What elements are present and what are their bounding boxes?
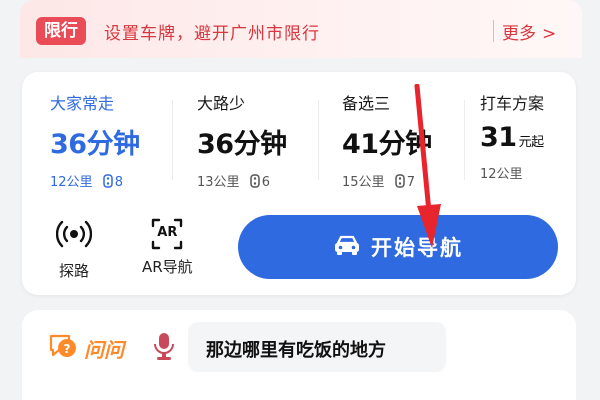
ask-icon: ? <box>48 333 78 365</box>
route-distance: 15公里 <box>342 175 385 190</box>
divider <box>318 100 319 180</box>
route-distance: 12公里 <box>480 167 523 182</box>
route-time: 36分钟 <box>197 129 287 160</box>
assistant-card: ? 问问 那边哪里有吃饭的地方 <box>22 310 576 400</box>
traffic-light-icon <box>101 174 115 192</box>
route-option-1[interactable]: 大家常走 36分钟 12公里 8 <box>50 90 140 192</box>
explore-icon <box>55 216 93 256</box>
chevron-right-icon: > <box>542 24 557 44</box>
route-price-value: 31 <box>480 122 517 153</box>
route-options-card: 大家常走 36分钟 12公里 8 大路少 36分钟 13公里 6 备选三 41分… <box>22 72 576 295</box>
traffic-light-icon <box>248 174 262 192</box>
start-navigation-button[interactable]: 开始导航 <box>238 215 558 279</box>
route-option-2[interactable]: 大路少 36分钟 13公里 6 <box>197 90 287 192</box>
route-name: 大路少 <box>197 94 246 113</box>
ar-icon-text: AR <box>157 225 178 240</box>
route-time: 36分钟 <box>50 129 140 160</box>
route-name: 打车方案 <box>480 94 545 113</box>
route-name: 大家常走 <box>50 94 115 113</box>
traffic-light-count: 6 <box>261 175 270 190</box>
more-button[interactable]: 更多 > <box>502 19 556 44</box>
route-option-taxi[interactable]: 打车方案 31 元起 12公里 <box>480 90 544 182</box>
suggested-query-text: 那边哪里有吃饭的地方 <box>206 340 386 361</box>
explore-label: 探路 <box>58 262 89 280</box>
route-distance: 12公里 <box>50 175 93 190</box>
ar-navigation-button[interactable]: AR AR导航 <box>142 216 193 277</box>
restriction-badge: 限行 <box>36 17 86 45</box>
ask-label[interactable]: 问问 <box>84 334 124 363</box>
annotation-arrow-icon <box>414 84 441 248</box>
voice-assistant-icon[interactable] <box>152 331 176 365</box>
car-icon <box>333 233 361 261</box>
route-distance: 13公里 <box>197 175 240 190</box>
ar-navigation-label: AR导航 <box>142 258 193 276</box>
more-label: 更多 <box>502 24 536 44</box>
ar-icon: AR <box>149 216 185 252</box>
svg-text:?: ? <box>64 342 71 356</box>
divider <box>172 100 173 180</box>
divider <box>464 100 465 180</box>
traffic-light-count: 8 <box>114 175 123 190</box>
restriction-text[interactable]: 设置车牌，避开广州市限行 <box>104 19 320 44</box>
suggested-query[interactable]: 那边哪里有吃饭的地方 <box>188 322 446 372</box>
restriction-banner[interactable]: 限行 设置车牌，避开广州市限行 更多 > <box>20 0 582 58</box>
route-price: 31 元起 <box>480 122 544 153</box>
route-price-suffix: 元起 <box>518 135 545 150</box>
explore-button[interactable]: 探路 <box>55 216 93 281</box>
divider <box>493 20 494 42</box>
